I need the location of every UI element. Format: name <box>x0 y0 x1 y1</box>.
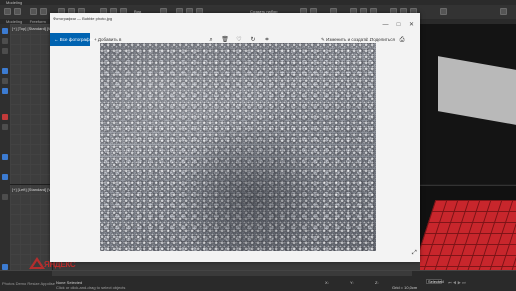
spacewarp-icon[interactable] <box>2 174 8 180</box>
workspace-icon[interactable] <box>500 8 507 15</box>
maxscript-listener[interactable]: Photos Demo Resize Appdise <box>2 281 55 286</box>
photo-shading <box>100 43 376 251</box>
add-to-label: Добавить в <box>97 37 122 42</box>
bubble-photo[interactable] <box>100 43 376 251</box>
sphere-icon[interactable] <box>2 78 8 84</box>
coord-x-label: X: <box>325 280 329 285</box>
modify-icon[interactable] <box>2 38 8 44</box>
window-title: Фотографии — Bubble photo.jpg <box>53 16 113 21</box>
redo-icon[interactable] <box>14 8 21 15</box>
coord-y-label: Y: <box>350 280 354 285</box>
unlink-icon[interactable] <box>40 8 47 15</box>
viewport-perspective[interactable] <box>420 24 516 184</box>
cylinder-icon[interactable] <box>2 88 8 94</box>
link-icon[interactable] <box>30 8 37 15</box>
systems-icon[interactable] <box>2 194 8 200</box>
all-photos-button[interactable]: ← Все фотографии <box>50 33 95 46</box>
grid-size: Grid = 10,0cm <box>392 285 418 290</box>
box-icon[interactable] <box>2 68 8 74</box>
light-icon[interactable] <box>2 114 8 120</box>
back-arrow-icon: ← <box>54 37 59 42</box>
create-icon[interactable] <box>2 28 8 34</box>
coord-z-label: Z: <box>375 280 379 285</box>
prompt-line: Click or click-and-drag to select object… <box>56 285 126 290</box>
expand-icon[interactable]: ⤢ <box>412 250 419 257</box>
edit-create-label: Изменить и создать <box>326 37 368 42</box>
photos-window: Фотографии — Bubble photo.jpg — □ ✕ ← Вс… <box>50 13 420 262</box>
maximize-icon[interactable]: □ <box>394 21 403 30</box>
user-icon[interactable] <box>440 8 447 15</box>
title-bar[interactable]: Фотографии — Bubble photo.jpg — □ ✕ <box>50 13 420 33</box>
selection-mode-dropdown[interactable]: Selected <box>426 279 444 284</box>
all-photos-label: Все фотографии <box>59 37 95 42</box>
left-command-strip <box>0 24 10 270</box>
undo-icon[interactable] <box>4 8 11 15</box>
timeline-slider[interactable] <box>52 271 412 276</box>
share-label: Поделиться <box>370 37 395 42</box>
helper-icon[interactable] <box>2 154 8 160</box>
minimize-icon[interactable]: — <box>381 21 390 30</box>
grey-plane-object <box>438 56 516 127</box>
print-icon[interactable]: ⎙ <box>398 36 406 44</box>
viewport-camera[interactable] <box>420 185 516 271</box>
camera-icon[interactable] <box>2 124 8 130</box>
viewport-top[interactable]: [+] [Top] [Standard] [Wire] <box>10 24 57 185</box>
red-tiled-floor <box>420 200 516 270</box>
close-icon[interactable]: ✕ <box>407 21 416 30</box>
hierarchy-icon[interactable] <box>2 48 8 54</box>
playback-controls[interactable]: ⏮ ◀ ▶ ⏭ <box>448 280 466 285</box>
